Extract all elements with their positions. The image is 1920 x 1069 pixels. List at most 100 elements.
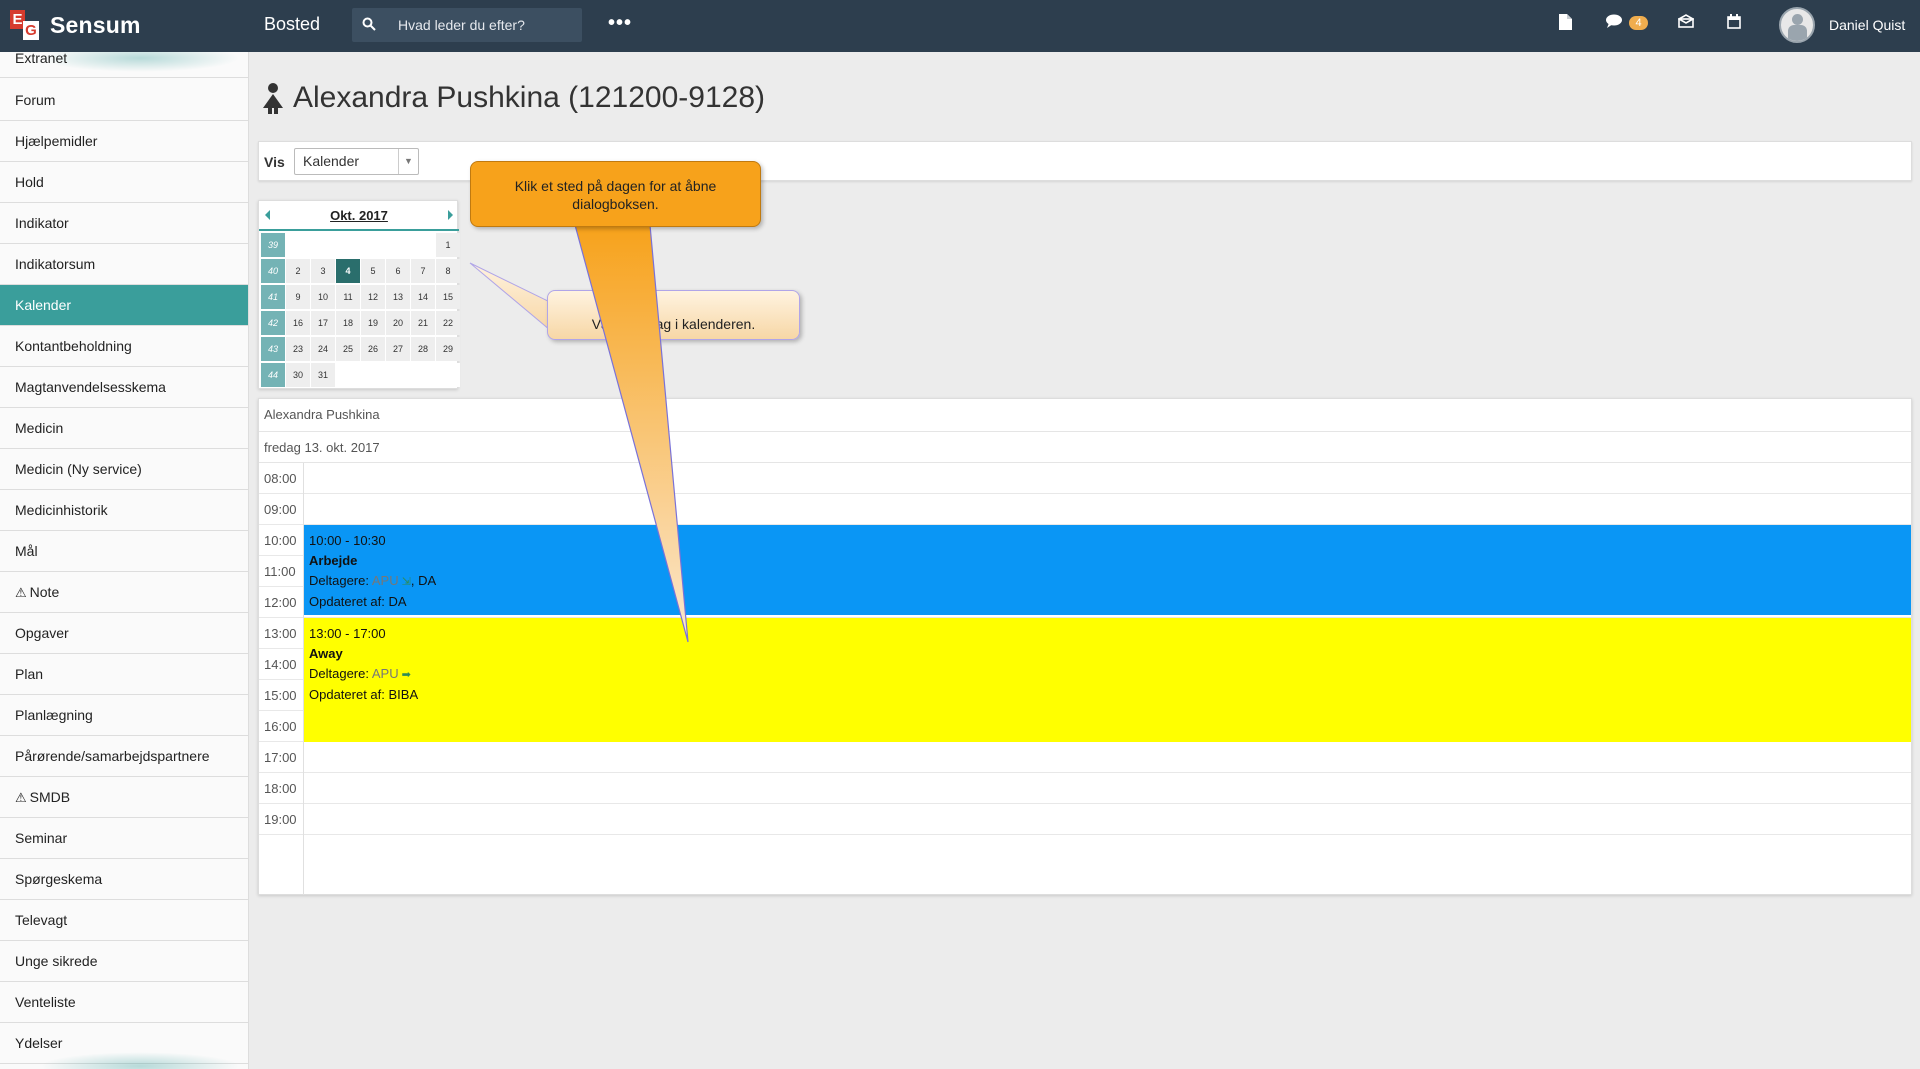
- hour-row[interactable]: 17:00: [259, 742, 1911, 773]
- calendar-day[interactable]: 9: [286, 285, 310, 309]
- sidebar-item-medicin[interactable]: Medicin: [0, 408, 248, 449]
- calendar-day[interactable]: 12: [361, 285, 385, 309]
- hour-row[interactable]: 18:00: [259, 773, 1911, 804]
- sensum-logo[interactable]: E G Sensum: [10, 8, 141, 42]
- open-link-icon[interactable]: ➡: [402, 665, 411, 685]
- event-time: 10:00 - 10:30: [309, 533, 386, 548]
- calendar-icon[interactable]: [1727, 14, 1741, 34]
- calendar-day[interactable]: 6: [386, 259, 410, 283]
- sidebar-item-hold[interactable]: Hold: [0, 162, 248, 203]
- calendar-day[interactable]: 17: [311, 311, 335, 335]
- view-select-value: Kalender: [303, 153, 360, 169]
- sidebar-item-kalender[interactable]: Kalender: [0, 285, 248, 326]
- sidebar-item-mål[interactable]: Mål: [0, 531, 248, 572]
- tooltip-pointer-select-day: [469, 262, 551, 332]
- messages-button[interactable]: 4: [1606, 14, 1648, 33]
- calendar-day[interactable]: 10: [311, 285, 335, 309]
- person-female-icon: [262, 82, 284, 114]
- calendar-day[interactable]: 5: [361, 259, 385, 283]
- calendar-day[interactable]: 21: [411, 311, 435, 335]
- sidebar-item-indikatorsum[interactable]: Indikatorsum: [0, 244, 248, 285]
- calendar-day[interactable]: 2: [286, 259, 310, 283]
- calendar-day[interactable]: 29: [436, 337, 460, 361]
- calendar-day[interactable]: 24: [311, 337, 335, 361]
- hour-label: 16:00: [264, 719, 297, 734]
- calendar-day[interactable]: 28: [411, 337, 435, 361]
- day-view[interactable]: Alexandra Pushkina fredag 13. okt. 2017 …: [258, 398, 1912, 895]
- sidebar-item-planlægning[interactable]: Planlægning: [0, 695, 248, 736]
- hour-row[interactable]: 09:00: [259, 494, 1911, 525]
- sidebar-item-venteliste[interactable]: Venteliste: [0, 982, 248, 1023]
- search-input[interactable]: [386, 17, 582, 33]
- sidebar-item-plan[interactable]: Plan: [0, 654, 248, 695]
- sidebar-item-medicinhistorik[interactable]: Medicinhistorik: [0, 490, 248, 531]
- calendar-day[interactable]: 20: [386, 311, 410, 335]
- top-bar: E G Sensum Bosted ••• 4 Daniel Quist: [0, 0, 1920, 52]
- view-select[interactable]: Kalender ▼: [294, 148, 419, 175]
- eg-logo-icon: E G: [10, 10, 40, 40]
- sidebar-item-hjælpemidler[interactable]: Hjælpemidler: [0, 121, 248, 162]
- calendar-day[interactable]: 19: [361, 311, 385, 335]
- calendar-event[interactable]: 13:00 - 17:00 Away Deltagere: APU ➡ Opdatere…: [304, 618, 1911, 742]
- calendar-day[interactable]: 25: [336, 337, 360, 361]
- sidebar-item-magtanvendelsesskema[interactable]: Magtanvendelsesskema: [0, 367, 248, 408]
- calendar-day[interactable]: 8: [436, 259, 460, 283]
- sidebar-item-opgaver[interactable]: Opgaver: [0, 613, 248, 654]
- document-icon[interactable]: [1559, 14, 1572, 35]
- calendar-day[interactable]: 13: [386, 285, 410, 309]
- calendar-day[interactable]: 26: [361, 337, 385, 361]
- sidebar-item-label: Opgaver: [15, 625, 69, 641]
- sidebar-item-medicin-ny-service-[interactable]: Medicin (Ny service): [0, 449, 248, 490]
- calendar-day[interactable]: 27: [386, 337, 410, 361]
- envelope-icon[interactable]: [1677, 14, 1695, 33]
- calendar-day[interactable]: 1: [436, 233, 460, 257]
- calendar-day[interactable]: 3: [311, 259, 335, 283]
- participant-apu[interactable]: APU: [372, 573, 399, 588]
- calendar-day[interactable]: 16: [286, 311, 310, 335]
- sidebar-item-kontantbeholdning[interactable]: Kontantbeholdning: [0, 326, 248, 367]
- sidebar-item-unge-sikrede[interactable]: Unge sikrede: [0, 941, 248, 982]
- sidebar-item-label: Ydelser: [15, 1035, 63, 1051]
- calendar-day[interactable]: 30: [286, 363, 310, 387]
- calendar-day[interactable]: 11: [336, 285, 360, 309]
- sidebar-item-label: Unge sikrede: [15, 953, 98, 969]
- calendar-day[interactable]: 18: [336, 311, 360, 335]
- participants-label: Deltagere:: [309, 666, 369, 681]
- sidebar-item-spørgeskema[interactable]: Spørgeskema: [0, 859, 248, 900]
- sidebar-item-seminar[interactable]: Seminar: [0, 818, 248, 859]
- sidebar-item-indikator[interactable]: Indikator: [0, 203, 248, 244]
- calendar-empty-cell: [336, 233, 360, 257]
- hour-row[interactable]: 19:00: [259, 804, 1911, 835]
- open-link-icon[interactable]: ⇲: [402, 572, 411, 592]
- user-name[interactable]: Daniel Quist: [1829, 17, 1905, 33]
- search-icon[interactable]: [352, 17, 386, 34]
- sidebar: Extranet Forum Hjælpemidler Hold Indikator In…: [0, 52, 249, 1069]
- sidebar-item-pårørende-samarbejdspartnere[interactable]: Pårørende/samarbejdspartnere: [0, 736, 248, 777]
- calendar-day[interactable]: 22: [436, 311, 460, 335]
- calendar-day[interactable]: 15: [436, 285, 460, 309]
- sidebar-item-note[interactable]: ⚠ Note: [0, 572, 248, 613]
- calendar-empty-cell: [311, 233, 335, 257]
- participant-apu[interactable]: APU: [372, 666, 399, 681]
- calendar-day[interactable]: 31: [311, 363, 335, 387]
- calendar-day[interactable]: 23: [286, 337, 310, 361]
- sidebar-item-label: SMDB: [29, 789, 71, 805]
- section-title[interactable]: Bosted: [264, 14, 320, 35]
- sidebar-item-extranet[interactable]: Extranet: [0, 52, 248, 78]
- calendar-day[interactable]: 4: [336, 259, 360, 283]
- calendar-day[interactable]: 14: [411, 285, 435, 309]
- sidebar-item-televagt[interactable]: Televagt: [0, 900, 248, 941]
- calendar-day[interactable]: 7: [411, 259, 435, 283]
- more-button[interactable]: •••: [608, 12, 632, 35]
- warning-icon: ⚠: [15, 790, 27, 805]
- sidebar-item-smdb[interactable]: ⚠ SMDB: [0, 777, 248, 818]
- mini-calendar-month[interactable]: Okt. 2017: [259, 208, 459, 223]
- calendar-event[interactable]: 10:00 - 10:30 Arbejde Deltagere: APU ⇲, DA O…: [304, 525, 1911, 615]
- participant-da[interactable]: DA: [418, 573, 436, 588]
- avatar[interactable]: [1779, 7, 1815, 43]
- sidebar-item-forum[interactable]: Forum: [0, 80, 248, 121]
- next-month-icon[interactable]: [448, 210, 453, 220]
- sidebar-item-label: Indikatorsum: [15, 256, 96, 272]
- hour-row[interactable]: 08:00: [259, 463, 1911, 494]
- sidebar-item-label: Hold: [15, 174, 44, 190]
